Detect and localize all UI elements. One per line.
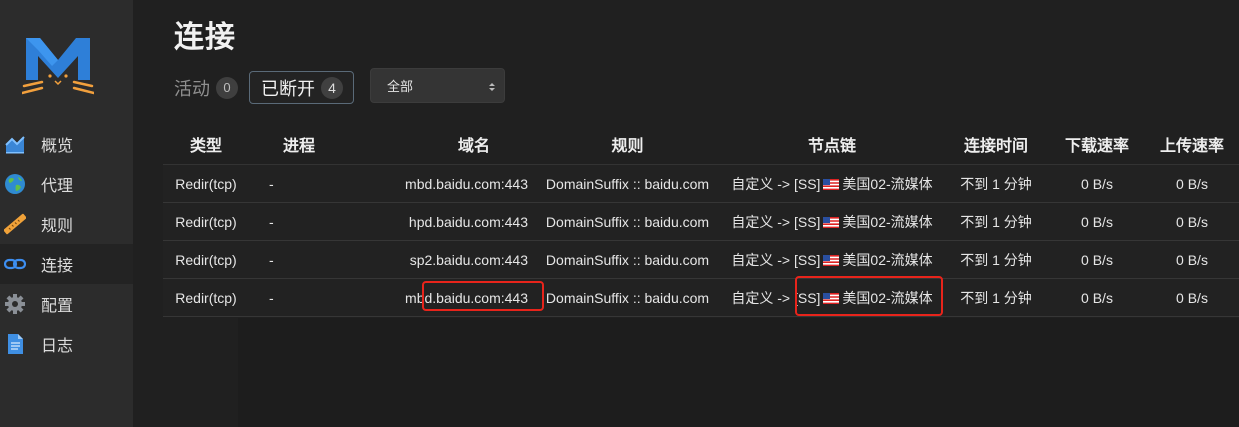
cell-process: - bbox=[269, 213, 274, 230]
cell-host: hpd.baidu.com:443 bbox=[408, 213, 528, 230]
table-row[interactable]: Redir(tcp) - hpd.baidu.com:443 DomainSuf… bbox=[163, 203, 1239, 241]
cell-rule: DomainSuffix :: baidu.com bbox=[545, 289, 710, 306]
cell-host: mbd.baidu.com:443 bbox=[405, 175, 528, 192]
column-header-download[interactable]: 下载速率 bbox=[1049, 132, 1145, 156]
cell-time: 不到 1 分钟 bbox=[960, 289, 1032, 306]
content-panel bbox=[238, 318, 1239, 427]
connections-table: 类型 进程 域名 规则 节点链 连接时间 下载速率 上传速率 Redir(tcp… bbox=[163, 124, 1239, 317]
column-header-upload[interactable]: 上传速率 bbox=[1145, 132, 1239, 156]
column-header-type[interactable]: 类型 bbox=[163, 132, 249, 156]
column-header-rule[interactable]: 规则 bbox=[534, 132, 721, 156]
cell-rule: DomainSuffix :: baidu.com bbox=[545, 175, 710, 192]
cell-type: Redir(tcp) bbox=[175, 175, 237, 192]
sidebar-item-connections[interactable]: 连接 bbox=[0, 244, 133, 284]
chain-prefix: 自定义 -> [SS] bbox=[731, 213, 821, 230]
select-arrows-icon bbox=[489, 83, 495, 91]
ruler-icon bbox=[4, 213, 26, 235]
cell-process: - bbox=[269, 251, 274, 268]
sidebar: 概览 代理 规则 连接 配置 日志 bbox=[0, 0, 133, 427]
cell-chain: 自定义 -> [SS] 美国02-流媒体 bbox=[721, 174, 943, 194]
us-flag-icon bbox=[823, 178, 840, 190]
sidebar-item-rules[interactable]: 规则 bbox=[0, 204, 133, 244]
chain-node: 美国02-流媒体 bbox=[842, 175, 933, 192]
us-flag-icon bbox=[823, 216, 840, 228]
chain-prefix: 自定义 -> [SS] bbox=[731, 175, 821, 192]
cell-upload: 0 B/s bbox=[1176, 213, 1208, 230]
page-title: 连接 bbox=[174, 21, 236, 54]
table-row[interactable]: Redir(tcp) - mbd.baidu.com:443 DomainSuf… bbox=[163, 165, 1239, 203]
cell-download: 0 B/s bbox=[1081, 213, 1113, 230]
cell-rule: DomainSuffix :: baidu.com bbox=[545, 213, 710, 230]
chain-prefix: 自定义 -> [SS] bbox=[731, 251, 821, 268]
document-icon bbox=[4, 333, 26, 355]
chain-node: 美国02-流媒体 bbox=[842, 251, 933, 268]
table-row[interactable]: Redir(tcp) - mbd.baidu.com:443 DomainSuf… bbox=[163, 279, 1239, 317]
cell-host: sp2.baidu.com:443 bbox=[409, 251, 528, 268]
cell-upload: 0 B/s bbox=[1176, 175, 1208, 192]
globe-icon bbox=[4, 173, 26, 195]
gear-icon bbox=[4, 293, 26, 315]
cell-process: - bbox=[269, 175, 274, 192]
chain-node: 美国02-流媒体 bbox=[842, 213, 933, 230]
cell-download: 0 B/s bbox=[1081, 175, 1113, 192]
cell-upload: 0 B/s bbox=[1176, 289, 1208, 306]
cell-chain: 自定义 -> [SS] 美国02-流媒体 bbox=[721, 250, 943, 270]
cell-type: Redir(tcp) bbox=[175, 289, 237, 306]
cell-time: 不到 1 分钟 bbox=[960, 213, 1032, 230]
cell-chain: 自定义 -> [SS] 美国02-流媒体 bbox=[721, 212, 943, 232]
cell-time: 不到 1 分钟 bbox=[960, 175, 1032, 192]
column-header-host[interactable]: 域名 bbox=[349, 132, 534, 156]
column-header-process[interactable]: 进程 bbox=[249, 132, 349, 156]
tab-active-connections[interactable]: 活动 0 bbox=[174, 71, 238, 104]
column-header-chain[interactable]: 节点链 bbox=[721, 132, 943, 156]
sidebar-item-logs[interactable]: 日志 bbox=[0, 324, 133, 364]
sidebar-item-config[interactable]: 配置 bbox=[0, 284, 133, 324]
cell-rule: DomainSuffix :: baidu.com bbox=[545, 251, 710, 268]
annotation-highlight-chain bbox=[795, 276, 943, 316]
filter-select[interactable]: 全部 bbox=[370, 68, 505, 103]
us-flag-icon bbox=[823, 254, 840, 266]
sidebar-item-proxy[interactable]: 代理 bbox=[0, 164, 133, 204]
sidebar-item-label: 日志 bbox=[41, 338, 74, 355]
count-badge: 0 bbox=[216, 76, 238, 99]
cell-process: - bbox=[269, 289, 274, 306]
cell-upload: 0 B/s bbox=[1176, 251, 1208, 268]
chart-area-icon bbox=[4, 133, 26, 155]
cell-download: 0 B/s bbox=[1081, 289, 1113, 306]
table-header: 类型 进程 域名 规则 节点链 连接时间 下载速率 上传速率 bbox=[163, 124, 1239, 165]
tab-label: 活动 bbox=[174, 78, 210, 99]
column-header-time[interactable]: 连接时间 bbox=[943, 132, 1049, 156]
main-content: 连接 活动 0 已断开 4 全部 类型 进程 域名 规则 节点链 连接时间 下载… bbox=[133, 0, 1239, 427]
sidebar-item-label: 配置 bbox=[41, 298, 74, 315]
sidebar-item-overview[interactable]: 概览 bbox=[0, 124, 133, 164]
cell-download: 0 B/s bbox=[1081, 251, 1113, 268]
table-row[interactable]: Redir(tcp) - sp2.baidu.com:443 DomainSuf… bbox=[163, 241, 1239, 279]
sidebar-item-label: 代理 bbox=[41, 178, 74, 195]
count-badge: 4 bbox=[321, 76, 343, 99]
tab-label: 已断开 bbox=[261, 78, 315, 99]
cell-type: Redir(tcp) bbox=[175, 213, 237, 230]
link-icon bbox=[4, 253, 26, 275]
annotation-highlight-host bbox=[422, 281, 544, 311]
sidebar-item-label: 连接 bbox=[41, 258, 74, 275]
filter-select-value: 全部 bbox=[387, 79, 414, 94]
sidebar-item-label: 规则 bbox=[41, 218, 74, 235]
cell-time: 不到 1 分钟 bbox=[960, 251, 1032, 268]
sidebar-item-label: 概览 bbox=[41, 138, 74, 155]
tab-closed-connections[interactable]: 已断开 4 bbox=[249, 71, 354, 104]
app-logo-icon bbox=[22, 38, 94, 95]
cell-type: Redir(tcp) bbox=[175, 251, 237, 268]
sidebar-nav: 概览 代理 规则 连接 配置 日志 bbox=[0, 124, 133, 364]
